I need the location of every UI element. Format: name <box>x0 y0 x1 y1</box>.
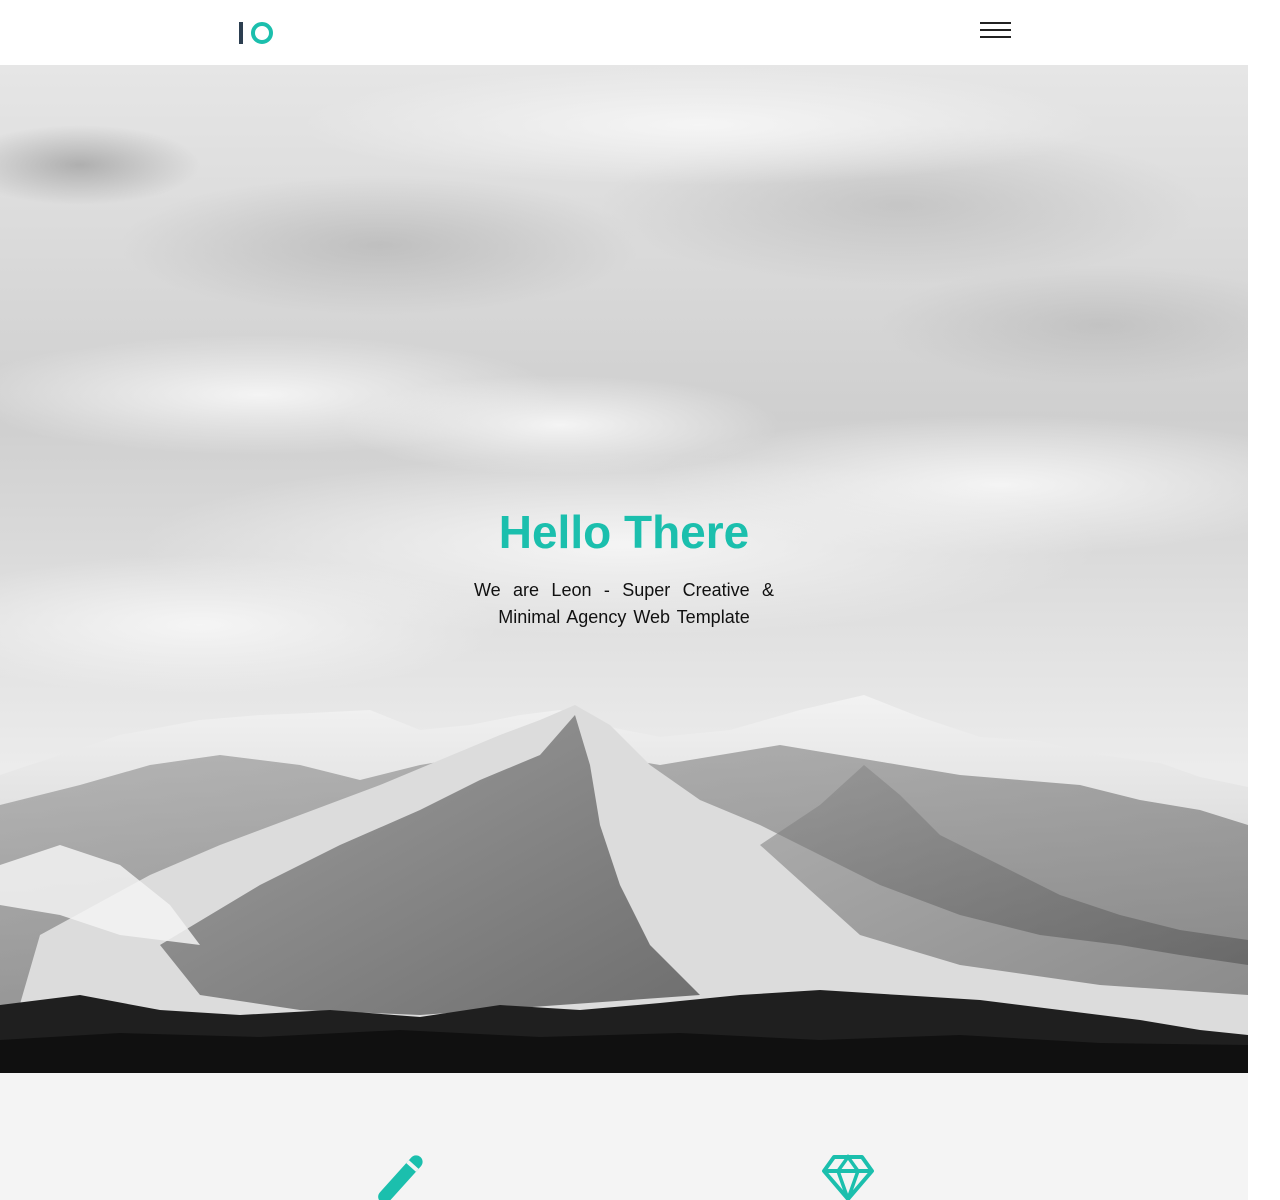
mountain-landscape-image <box>0 65 1248 1073</box>
io-logo-icon <box>239 22 273 44</box>
hero-title: Hello There <box>498 506 750 558</box>
hero-section: Hello There We are Leon - Super Creative… <box>0 65 1248 1073</box>
diamond-icon <box>822 1153 874 1200</box>
features-section <box>0 1073 1248 1200</box>
page: Hello There We are Leon - Super Creative… <box>0 0 1280 1200</box>
pencil-icon <box>378 1155 423 1200</box>
hero-subtitle: We are Leon - Super Creative & Minimal A… <box>474 580 774 627</box>
site-logo[interactable] <box>238 20 278 46</box>
page-margin <box>1248 0 1280 1200</box>
hamburger-menu-icon <box>980 22 1011 38</box>
site-header <box>0 0 1248 65</box>
menu-button[interactable] <box>976 18 1016 44</box>
